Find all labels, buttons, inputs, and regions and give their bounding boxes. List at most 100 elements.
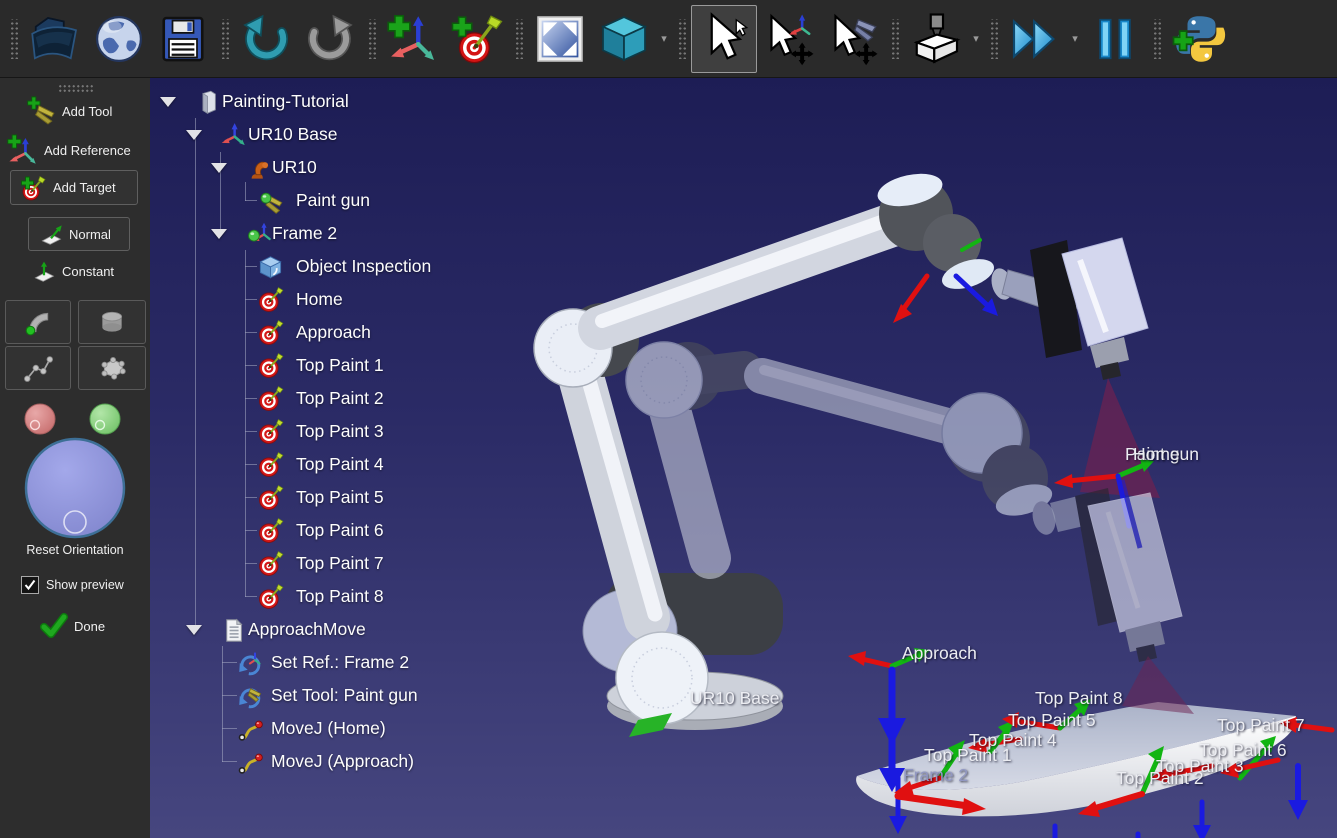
dropdown-arrow-icon[interactable]: ▾: [656, 4, 672, 74]
select-button[interactable]: [691, 5, 757, 73]
viewport-label-home[interactable]: Home: [1133, 444, 1180, 465]
viewport-label-ur10-base[interactable]: UR10 Base: [690, 688, 780, 709]
paint-gun-tool[interactable]: [1030, 238, 1148, 380]
frame-green-icon: [246, 221, 273, 248]
redo-button[interactable]: [298, 4, 362, 74]
expand-arrow-icon[interactable]: [186, 625, 202, 635]
redo-icon: [302, 11, 358, 67]
tree-item-set-tool-paint-gun[interactable]: Set Tool: Paint gun: [150, 680, 570, 712]
toolbar-grip[interactable]: [890, 19, 899, 59]
machining-settings-button[interactable]: [904, 4, 968, 74]
cylinder-button[interactable]: [78, 300, 146, 344]
viewport-label-top-paint-1[interactable]: Top Paint 1: [924, 745, 1012, 766]
tree-item-top-paint-5[interactable]: Top Paint 5: [150, 482, 570, 514]
add-tool-label: Add Tool: [62, 104, 112, 119]
viewport-label-top-paint-6[interactable]: Top Paint 6: [1199, 740, 1287, 761]
add-reference-frame-button[interactable]: [381, 4, 445, 74]
object-icon: [257, 254, 284, 281]
viewport-label-frame-2[interactable]: Frame 2: [903, 765, 968, 786]
tree-item-top-paint-4[interactable]: Top Paint 4: [150, 449, 570, 481]
tree-item-approach[interactable]: Approach: [150, 317, 570, 349]
pause-simulation-button[interactable]: [1083, 4, 1147, 74]
toolbar-grip[interactable]: [220, 19, 229, 59]
viewport-label-top-paint-7[interactable]: Top Paint 7: [1217, 715, 1305, 736]
open-file-button[interactable]: [23, 4, 87, 74]
expand-arrow-icon[interactable]: [211, 163, 227, 173]
tree-item-set-ref-frame-2[interactable]: Set Ref.: Frame 2: [150, 647, 570, 679]
tree-item-painting-tutorial[interactable]: Painting-Tutorial: [150, 86, 570, 118]
run-fast-simulation-button[interactable]: [1003, 4, 1067, 74]
undo-button[interactable]: [234, 4, 298, 74]
tree-item-label: Set Ref.: Frame 2: [271, 652, 409, 673]
add-reference-frame-icon: [385, 11, 441, 67]
tree-item-paint-gun[interactable]: Paint gun: [150, 185, 570, 217]
move-reference-button[interactable]: [757, 4, 821, 74]
tree-item-label: Approach: [296, 322, 371, 343]
constant-label: Constant: [62, 264, 114, 279]
tree-item-top-paint-7[interactable]: Top Paint 7: [150, 548, 570, 580]
open-file-icon: [27, 11, 83, 67]
target-icon: [257, 419, 284, 446]
expand-arrow-icon[interactable]: [160, 97, 176, 107]
toolbar-grip[interactable]: [1152, 19, 1161, 59]
viewport-3d[interactable]: UR10 BaseApproachTop Paint 8Top Paint 5T…: [150, 78, 1337, 838]
tree-item-home[interactable]: Home: [150, 284, 570, 316]
toolbar-grip[interactable]: [677, 19, 686, 59]
add-tool-button[interactable]: Add Tool: [26, 96, 112, 126]
open-online-library-button[interactable]: [87, 4, 151, 74]
normal-button[interactable]: Normal: [28, 217, 130, 251]
tree-item-ur10[interactable]: UR10: [150, 152, 570, 184]
add-python-program-button[interactable]: [1166, 4, 1230, 74]
tree-item-frame-2[interactable]: Frame 2: [150, 218, 570, 250]
toolbar-grip[interactable]: [367, 19, 376, 59]
tree-item-label: Top Paint 4: [296, 454, 384, 475]
toolbar-grip[interactable]: [9, 19, 18, 59]
expand-arrow-icon[interactable]: [186, 130, 202, 140]
toolbar-grip[interactable]: [989, 19, 998, 59]
tree-item-movej-home[interactable]: MoveJ (Home): [150, 713, 570, 745]
dropdown-arrow-icon[interactable]: ▾: [968, 4, 984, 74]
tree-item-ur10-base[interactable]: UR10 Base: [150, 119, 570, 151]
tree-item-approachmove[interactable]: ApproachMove: [150, 614, 570, 646]
fit-all-button[interactable]: [528, 4, 592, 74]
tree-connector: [245, 497, 257, 498]
move-tool-button[interactable]: [821, 4, 885, 74]
tree-item-object-inspection[interactable]: Object Inspection: [150, 251, 570, 283]
panel-grip[interactable]: [58, 84, 94, 93]
show-preview-checkbox[interactable]: Show preview: [21, 576, 124, 594]
viewport-label-top-paint-5[interactable]: Top Paint 5: [1008, 710, 1096, 731]
polyline-button[interactable]: [5, 346, 71, 390]
tree-item-top-paint-8[interactable]: Top Paint 8: [150, 581, 570, 613]
add-reference-button[interactable]: Add Reference: [6, 134, 131, 166]
viewport-label-top-paint-8[interactable]: Top Paint 8: [1035, 688, 1123, 709]
tree-item-label: MoveJ (Approach): [271, 751, 414, 772]
tree-item-top-paint-2[interactable]: Top Paint 2: [150, 383, 570, 415]
tree-item-top-paint-3[interactable]: Top Paint 3: [150, 416, 570, 448]
reset-orientation-label[interactable]: Reset Orientation: [0, 543, 150, 557]
red-sphere-handle[interactable]: [22, 402, 58, 438]
constant-button[interactable]: Constant: [32, 259, 114, 283]
robot-upper-arm[interactable]: [600, 168, 1084, 328]
add-target-button[interactable]: [445, 4, 509, 74]
tree-connector: [245, 464, 257, 465]
green-sphere-handle[interactable]: [87, 402, 123, 438]
dropdown-arrow-icon[interactable]: ▾: [1067, 4, 1083, 74]
polygon-button[interactable]: [78, 346, 146, 390]
viewport-label-approach[interactable]: Approach: [902, 643, 977, 664]
checkbox-checked-icon: [21, 576, 39, 594]
toolbar-grip[interactable]: [514, 19, 523, 59]
tree-item-top-paint-6[interactable]: Top Paint 6: [150, 515, 570, 547]
arc-gauge-button[interactable]: [5, 300, 71, 344]
done-button[interactable]: Done: [40, 612, 105, 640]
isometric-view-button[interactable]: [592, 4, 656, 74]
target-icon: [257, 485, 284, 512]
save-station-button[interactable]: [151, 4, 215, 74]
paint-gun-ghost: [1050, 480, 1182, 662]
save-station-icon: [155, 11, 211, 67]
tree-item-movej-approach[interactable]: MoveJ (Approach): [150, 746, 570, 778]
tree-item-label: Paint gun: [296, 190, 370, 211]
add-target-button[interactable]: Add Target: [10, 170, 138, 205]
orientation-ball[interactable]: [23, 436, 127, 540]
expand-arrow-icon[interactable]: [211, 229, 227, 239]
tree-item-top-paint-1[interactable]: Top Paint 1: [150, 350, 570, 382]
